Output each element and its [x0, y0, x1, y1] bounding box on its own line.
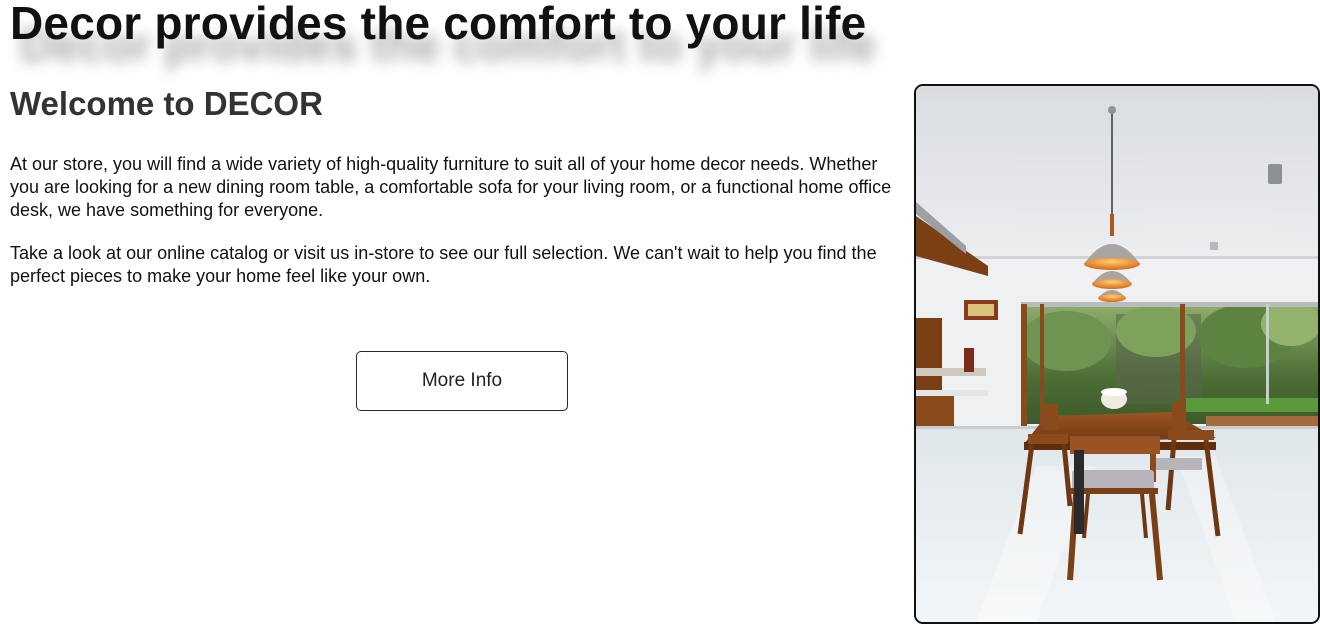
welcome-title: Welcome to DECOR [10, 85, 323, 122]
dining-room-illustration [916, 86, 1318, 622]
more-info-button[interactable]: More Info [356, 351, 568, 411]
dining-room-photo [914, 84, 1320, 624]
hero-headline: Decor provides the comfort to your life [10, 0, 867, 49]
page: Decor provides the comfort to your life … [0, 0, 1320, 626]
intro-paragraph-1: At our store, you will find a wide varie… [10, 154, 892, 220]
intro-section: Welcome to DECOR At our store, you will … [10, 84, 905, 288]
intro-paragraph-2: Take a look at our online catalog or vis… [10, 243, 877, 286]
